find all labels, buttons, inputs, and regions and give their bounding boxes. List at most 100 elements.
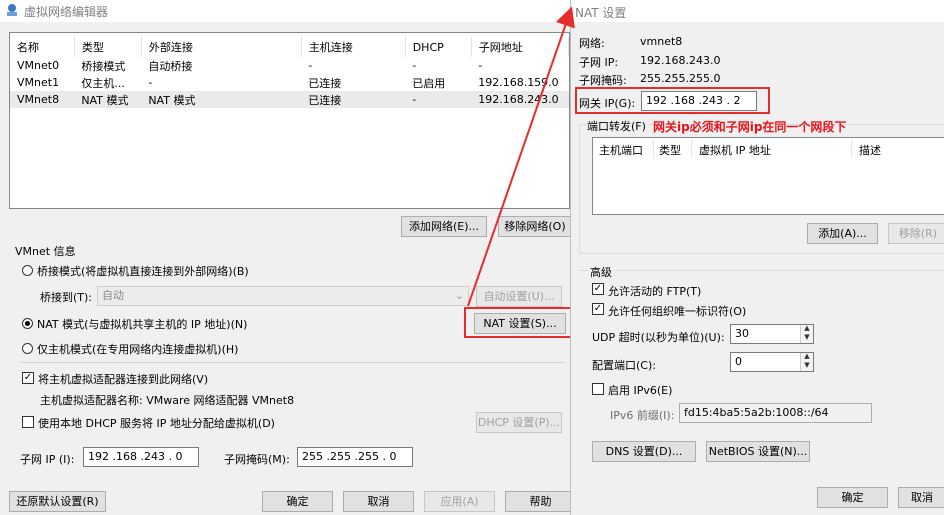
table-cell: 192.168.243.0	[478, 93, 559, 106]
annotation-text: 网关ip必须和子网ip在同一个网段下	[653, 120, 847, 134]
restore-defaults-button[interactable]: 还原默认设置(R)	[9, 491, 106, 512]
adapter-name-text: 主机虚拟适配器名称: VMware 网络适配器 VMnet8	[40, 394, 295, 407]
pf-col-description[interactable]: 描述	[859, 142, 881, 158]
host-only-label[interactable]: 仅主机模式(在专用网络内连接虚拟机)(H)	[37, 341, 238, 357]
vmnet-info-heading: VMnet 信息	[15, 245, 76, 258]
allow-ftp-checkbox[interactable]: ✓	[592, 283, 604, 295]
nat-subnet-mask-label: 子网掩码:	[579, 74, 627, 87]
table-column-header[interactable]: 外部连接	[141, 37, 302, 57]
table-row[interactable]: VMnet8 NAT 模式 NAT 模式 已连接 - 192.168.243.0	[10, 91, 569, 108]
table-cell: NAT 模式	[81, 93, 129, 107]
title-bar: 虚拟网络编辑器	[0, 0, 572, 22]
allow-oui-checkbox[interactable]: ✓	[592, 303, 604, 315]
netbios-settings-button[interactable]: NetBIOS 设置(N)...	[706, 441, 810, 462]
nat-mode-label[interactable]: NAT 模式(与虚拟机共享主机的 IP 地址)(N)	[37, 316, 247, 332]
table-column-header[interactable]: DHCP	[405, 37, 472, 57]
table-column-header[interactable]: 名称	[10, 37, 75, 57]
port-forward-list[interactable]: 主机端口 类型 虚拟机 IP 地址 描述	[592, 137, 944, 215]
table-cell: VMnet0	[17, 59, 60, 72]
ipv6-prefix-input[interactable]: fd15:4ba5:5a2b:1008::/64	[679, 403, 872, 423]
pf-header: 主机端口 类型 虚拟机 IP 地址 描述	[593, 140, 944, 158]
subnet-ip-label: 子网 IP (I):	[20, 453, 75, 466]
gateway-highlight	[575, 87, 770, 114]
table-cell: -	[412, 93, 417, 106]
auto-settings-button[interactable]: 自动设置(U)...	[476, 286, 562, 307]
apply-button[interactable]: 应用(A)	[424, 491, 495, 512]
allow-ftp-label[interactable]: 允许活动的 FTP(T)	[608, 283, 701, 299]
udp-timeout-input[interactable]: 30 ▲ ▼	[730, 324, 814, 344]
udp-timeout-value: 30	[735, 327, 749, 340]
table-cell: -	[412, 59, 417, 72]
table-cell: 已启用	[412, 76, 446, 90]
pf-col-type[interactable]: 类型	[659, 142, 681, 158]
pf-col-divider	[653, 140, 654, 158]
table-header-row: 名称 类型 外部连接 主机连接 DHCP 子网地址	[10, 37, 569, 57]
table-cell: 仅主机...	[81, 76, 125, 90]
pf-col-host-port[interactable]: 主机端口	[599, 142, 643, 158]
nat-cancel-button[interactable]: 取消	[898, 487, 944, 508]
window-title: 虚拟网络编辑器	[24, 5, 109, 19]
config-port-value: 0	[735, 355, 742, 368]
host-only-radio[interactable]	[22, 343, 33, 354]
remove-network-button[interactable]: 移除网络(O)	[498, 216, 572, 237]
table-cell: -	[148, 76, 153, 89]
app-icon	[7, 4, 17, 16]
bridge-to-select[interactable]: 自动 ⌄	[97, 286, 469, 306]
bridge-mode-label[interactable]: 桥接模式(将虚拟机直接连接到外部网络)(B)	[37, 263, 249, 279]
udp-timeout-spinner[interactable]: ▲ ▼	[800, 325, 813, 343]
dns-settings-button[interactable]: DNS 设置(D)...	[592, 441, 696, 462]
pf-col-divider	[691, 140, 692, 158]
table-cell: 192.168.159.0	[478, 76, 559, 89]
table-row[interactable]: VMnet1 仅主机... - 已连接 已启用 192.168.159.0	[10, 74, 569, 91]
table-row[interactable]: VMnet0 桥接模式 自动桥接 - - -	[10, 57, 569, 74]
udp-timeout-label: UDP 超时(以秒为单位)(U):	[592, 331, 725, 344]
help-button[interactable]: 帮助	[505, 491, 576, 512]
table-cell: 已连接	[308, 93, 342, 107]
table-column-header[interactable]: 子网地址	[471, 37, 569, 57]
use-dhcp-label[interactable]: 使用本地 DHCP 服务将 IP 地址分配给虚拟机(D)	[38, 415, 275, 431]
network-value: vmnet8	[640, 35, 683, 48]
ok-button[interactable]: 确定	[262, 491, 333, 512]
connect-adapter-label[interactable]: 将主机虚拟适配器连接到此网络(V)	[38, 371, 208, 387]
table-column-header[interactable]: 类型	[74, 37, 142, 57]
table-column-header[interactable]: 主机连接	[301, 37, 406, 57]
dhcp-settings-button[interactable]: DHCP 设置(P)...	[476, 412, 562, 433]
use-dhcp-checkbox[interactable]	[22, 416, 34, 428]
network-table: 名称 类型 外部连接 主机连接 DHCP 子网地址 VMnet0 桥接模式 自动桥接 - - - VM…	[10, 37, 569, 108]
nat-subnet-ip-label: 子网 IP:	[579, 56, 619, 69]
cancel-button[interactable]: 取消	[343, 491, 414, 512]
chevron-down-icon: ⌄	[454, 289, 464, 302]
enable-ipv6-label[interactable]: 启用 IPv6(E)	[608, 382, 672, 398]
connect-adapter-checkbox[interactable]: ✓	[22, 372, 34, 384]
divider	[20, 362, 565, 363]
advanced-heading: 高级	[588, 264, 614, 280]
pf-remove-button[interactable]: 移除(R)	[888, 223, 944, 244]
network-list[interactable]: 名称 类型 外部连接 主机连接 DHCP 子网地址 VMnet0 桥接模式 自动桥接 - - - VM…	[9, 32, 570, 209]
table-cell: VMnet1	[17, 76, 60, 89]
add-network-button[interactable]: 添加网络(E)...	[401, 216, 487, 237]
config-port-label: 配置端口(C):	[592, 359, 656, 372]
bridge-mode-radio[interactable]	[22, 265, 33, 276]
nat-subnet-ip-value: 192.168.243.0	[640, 54, 721, 67]
table-cell: -	[308, 59, 313, 72]
nat-settings-window: NAT 设置 网络: vmnet8 子网 IP: 192.168.243.0 子…	[570, 0, 944, 515]
nat-mode-radio[interactable]	[22, 318, 33, 329]
subnet-ip-input[interactable]: 192 .168 .243 . 0	[83, 447, 199, 467]
nat-title-bar: NAT 设置	[571, 0, 944, 22]
config-port-input[interactable]: 0 ▲ ▼	[730, 352, 814, 372]
bridge-to-value: 自动	[102, 289, 124, 302]
subnet-mask-input[interactable]: 255 .255 .255 . 0	[297, 447, 413, 467]
ipv6-prefix-label: IPv6 前缀(I):	[610, 409, 675, 422]
nat-settings-highlight	[464, 307, 572, 338]
allow-oui-label[interactable]: 允许任何组织唯一标识符(O)	[608, 303, 746, 319]
pf-add-button[interactable]: 添加(A)...	[807, 223, 878, 244]
config-port-spinner[interactable]: ▲ ▼	[800, 353, 813, 371]
enable-ipv6-checkbox[interactable]	[592, 383, 604, 395]
subnet-mask-label: 子网掩码(M):	[224, 453, 290, 466]
nat-ok-button[interactable]: 确定	[817, 487, 888, 508]
nat-window-title: NAT 设置	[575, 6, 627, 20]
table-cell: 桥接模式	[81, 59, 126, 73]
port-forward-label: 端口转发(F)	[587, 118, 648, 134]
nat-subnet-mask-value: 255.255.255.0	[640, 72, 721, 85]
pf-col-vm-ip[interactable]: 虚拟机 IP 地址	[699, 142, 771, 158]
